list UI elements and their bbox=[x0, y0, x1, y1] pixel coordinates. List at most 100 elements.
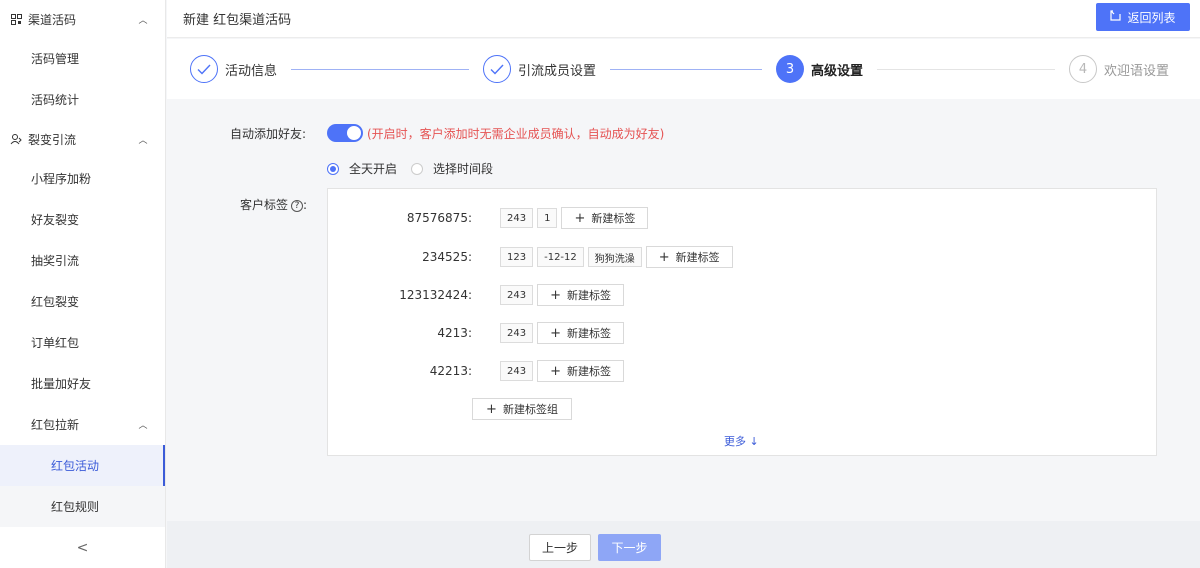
new-tag-label: 新建标签 bbox=[675, 251, 720, 264]
sidebar-group-fission[interactable]: 裂变引流 ︿ bbox=[0, 120, 165, 158]
footer-bar: 上一步 下一步 bbox=[167, 521, 1200, 568]
tag[interactable]: 123 bbox=[500, 247, 534, 267]
step-label: 高级设置 bbox=[811, 63, 864, 79]
new-tag-button[interactable]: + 新建标签 bbox=[537, 284, 624, 306]
sidebar-group-label: 渠道活码 bbox=[28, 12, 77, 27]
chevron-left-icon: < bbox=[76, 540, 89, 556]
step-advanced-settings: 3 高级设置 bbox=[776, 55, 863, 83]
step-connector bbox=[610, 68, 763, 70]
new-tag-button[interactable]: + 新建标签 bbox=[537, 322, 624, 344]
tag-group-name: 42213: bbox=[429, 364, 472, 378]
radio-time-range[interactable]: 选择时间段 bbox=[411, 160, 493, 177]
new-tag-label: 新建标签 bbox=[591, 212, 636, 225]
tag[interactable]: 243 bbox=[500, 323, 534, 343]
sidebar-item-batch-add[interactable]: 批量加好友 bbox=[0, 363, 165, 404]
chevron-up-icon: ︿ bbox=[138, 421, 148, 431]
customer-tags-label: 客户标签?: bbox=[240, 196, 307, 213]
radio-label: 选择时间段 bbox=[433, 162, 494, 176]
new-tag-label: 新建标签 bbox=[567, 365, 611, 378]
auto-add-hint: (开启时，客户添加时无需企业成员确认，自动成为好友) bbox=[367, 127, 665, 141]
tag-group-name: 4213: bbox=[437, 326, 472, 340]
check-icon bbox=[483, 55, 512, 83]
tag-group-name: 123132424: bbox=[399, 288, 472, 302]
customer-tags-text: 客户标签 bbox=[240, 198, 289, 212]
next-step-button[interactable]: 下一步 bbox=[598, 534, 661, 561]
sidebar-group-channel-qrcode[interactable]: 渠道活码 ︿ bbox=[0, 0, 165, 38]
sidebar-item-friend-fission[interactable]: 好友裂变 bbox=[0, 199, 165, 240]
plus-icon: + bbox=[486, 401, 497, 417]
sidebar-item-redpacket-rules[interactable]: 红包规则 bbox=[0, 486, 165, 527]
tag[interactable]: -12-12 bbox=[537, 247, 584, 267]
page-title: 新建 红包渠道活码 bbox=[183, 13, 292, 28]
sidebar-item-lottery[interactable]: 抽奖引流 bbox=[0, 240, 165, 281]
new-tag-button[interactable]: + 新建标签 bbox=[645, 246, 733, 268]
tag[interactable]: 狗狗洗澡 bbox=[587, 247, 642, 267]
plus-icon: + bbox=[550, 363, 561, 379]
plus-icon: + bbox=[550, 287, 561, 303]
step-label: 引流成员设置 bbox=[518, 63, 597, 79]
step-label: 欢迎语设置 bbox=[1104, 63, 1170, 79]
sidebar-subgroup-label: 红包拉新 bbox=[31, 418, 80, 432]
tag-list: 243 + 新建标签 bbox=[500, 322, 624, 344]
new-tag-button[interactable]: + 新建标签 bbox=[561, 207, 649, 229]
label-colon: : bbox=[303, 198, 308, 212]
tag-group-row: 42213: 243 + 新建标签 bbox=[328, 360, 624, 382]
new-tag-button[interactable]: + 新建标签 bbox=[537, 360, 624, 382]
tag[interactable]: 1 bbox=[537, 208, 558, 228]
step-welcome-settings: 4 欢迎语设置 bbox=[1069, 55, 1169, 83]
help-icon[interactable]: ? bbox=[291, 199, 304, 212]
plus-icon: + bbox=[658, 249, 670, 265]
sidebar-item-miniprogram[interactable]: 小程序加粉 bbox=[0, 158, 165, 199]
chevron-up-icon: ︿ bbox=[138, 15, 148, 26]
tag-list: 243 1 + 新建标签 bbox=[500, 207, 649, 229]
form-content: 自动添加好友: (开启时，客户添加时无需企业成员确认，自动成为好友) 全天开启 … bbox=[167, 99, 1200, 521]
toggle-knob bbox=[347, 126, 361, 140]
new-tag-label: 新建标签 bbox=[567, 289, 611, 302]
step-connector bbox=[877, 68, 1056, 70]
tag[interactable]: 243 bbox=[500, 361, 534, 381]
sidebar-item-qrcode-stats[interactable]: 活码统计 bbox=[0, 79, 165, 120]
tag-group-name: 234525: bbox=[422, 250, 472, 264]
sidebar-item-redpacket-fission[interactable]: 红包裂变 bbox=[0, 281, 165, 322]
step-activity-info: 活动信息 bbox=[190, 55, 277, 83]
step-connector bbox=[291, 68, 470, 70]
back-to-list-button[interactable]: 返回列表 bbox=[1096, 3, 1190, 31]
new-tag-group-button[interactable]: + 新建标签组 bbox=[472, 398, 572, 420]
more-link[interactable]: 更多 ↓ bbox=[724, 433, 759, 449]
plus-icon: + bbox=[574, 210, 586, 226]
sidebar-subgroup-redpacket-new[interactable]: 红包拉新 ︿ bbox=[0, 404, 165, 445]
page-header: 新建 红包渠道活码 返回列表 bbox=[167, 0, 1200, 38]
tag[interactable]: 243 bbox=[500, 208, 534, 228]
tag-panel: 87576875: 243 1 + 新建标签 234525: 123 -12-12… bbox=[327, 188, 1157, 456]
radio-dot bbox=[327, 162, 339, 175]
back-button-label: 返回列表 bbox=[1127, 10, 1176, 25]
new-group-label: 新建标签组 bbox=[502, 403, 558, 416]
prev-step-button[interactable]: 上一步 bbox=[529, 534, 591, 561]
auto-add-toggle[interactable] bbox=[327, 124, 363, 142]
return-icon bbox=[1110, 10, 1122, 24]
tag-group-row: 123132424: 243 + 新建标签 bbox=[328, 284, 624, 306]
step-member-settings: 引流成员设置 bbox=[483, 55, 596, 83]
step-indicator: 活动信息 引流成员设置 3 高级设置 4 欢迎语设置 bbox=[167, 39, 1200, 99]
sidebar-group-label: 裂变引流 bbox=[28, 132, 77, 147]
tag[interactable]: 243 bbox=[500, 285, 534, 305]
check-icon bbox=[190, 55, 218, 83]
step-label: 活动信息 bbox=[225, 63, 278, 79]
sidebar-collapse-button[interactable]: < bbox=[0, 528, 165, 568]
sidebar: 渠道活码 ︿ 活码管理 活码统计 裂变引流 ︿ 小程序加粉 好友裂变 抽奖引流 … bbox=[0, 0, 166, 568]
tag-group-row: 4213: 243 + 新建标签 bbox=[328, 322, 624, 344]
radio-all-day[interactable]: 全天开启 bbox=[327, 160, 397, 177]
tag-list: 123 -12-12 狗狗洗澡 + 新建标签 bbox=[500, 246, 733, 268]
step-number: 3 bbox=[776, 55, 805, 83]
tag-group-name: 87576875: bbox=[406, 211, 472, 225]
sidebar-item-qrcode-manage[interactable]: 活码管理 bbox=[0, 38, 165, 79]
step-number: 4 bbox=[1069, 55, 1098, 83]
tag-list: 243 + 新建标签 bbox=[500, 284, 624, 306]
tag-list: 243 + 新建标签 bbox=[500, 360, 624, 382]
tag-group-row: 87576875: 243 1 + 新建标签 bbox=[328, 207, 649, 229]
sidebar-item-order-redpacket[interactable]: 订单红包 bbox=[0, 322, 165, 363]
fission-icon bbox=[10, 133, 22, 145]
sidebar-item-redpacket-activity[interactable]: 红包活动 bbox=[0, 445, 165, 486]
radio-dot bbox=[411, 162, 423, 175]
tag-group-row: 234525: 123 -12-12 狗狗洗澡 + 新建标签 bbox=[328, 246, 733, 268]
